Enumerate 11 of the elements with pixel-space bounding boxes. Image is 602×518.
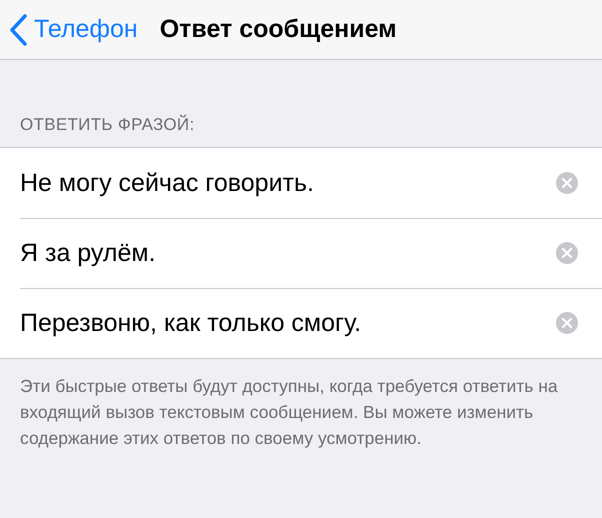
reply-text[interactable]: Не могу сейчас говорить. — [20, 168, 314, 198]
screen-title: Ответ сообщением — [160, 15, 397, 44]
chevron-icon — [8, 12, 28, 46]
clear-icon[interactable] — [556, 172, 578, 194]
back-button[interactable]: Телефон — [8, 12, 138, 46]
reply-text[interactable]: Перезвоню, как только смогу. — [20, 308, 362, 338]
reply-text[interactable]: Я за рулём. — [20, 238, 156, 268]
section-header: ОТВЕТИТЬ ФРАЗОЙ: — [19, 115, 196, 136]
clear-icon[interactable] — [556, 312, 578, 334]
clear-icon[interactable] — [556, 242, 578, 264]
footer-note: Эти быстрые ответы будут доступны, когда требуется ответить на входящий вызов текстовым сообщением. Вы можете изменить содержание этих ответов по своему усмотрению. — [19, 375, 559, 450]
